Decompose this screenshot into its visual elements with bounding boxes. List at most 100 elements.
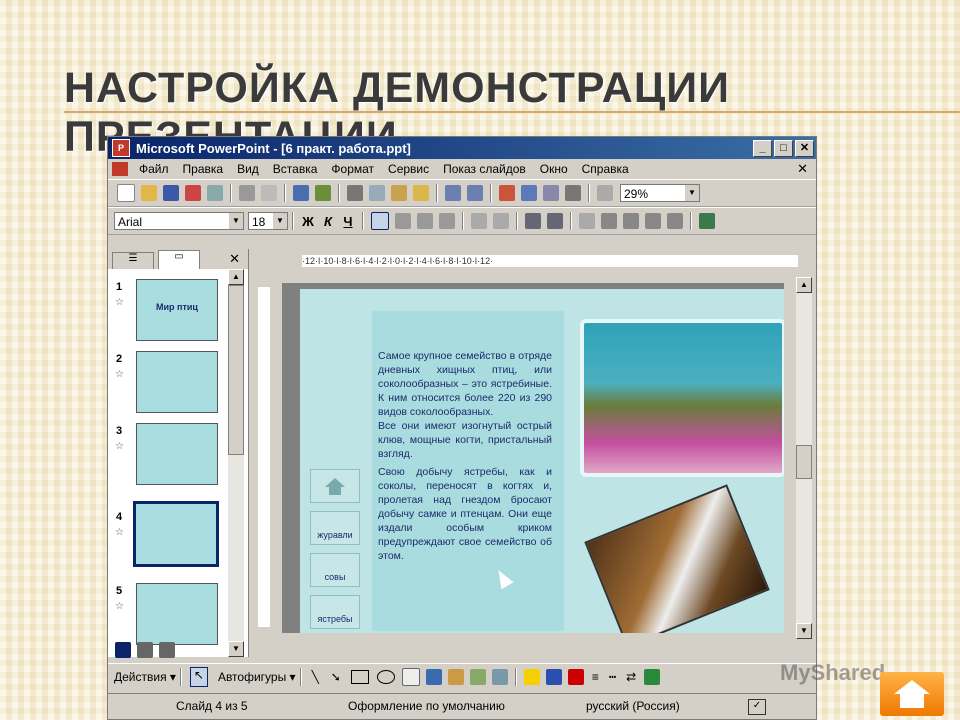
- bring-forward-icon[interactable]: [601, 213, 617, 229]
- chevron-down-icon[interactable]: ▼: [229, 213, 243, 229]
- picture-icon[interactable]: [491, 669, 508, 685]
- close-document-icon[interactable]: ✕: [797, 161, 808, 177]
- clipart-icon[interactable]: [469, 669, 486, 685]
- scroll-up-icon[interactable]: ▲: [796, 277, 812, 293]
- line-style-icon[interactable]: ≡: [592, 670, 599, 684]
- menu-slideshow[interactable]: Показ слайдов: [436, 162, 533, 176]
- menu-file[interactable]: Файл: [132, 162, 176, 176]
- slide-thumbnail-3[interactable]: [136, 423, 218, 485]
- percent-icon[interactable]: [579, 213, 595, 229]
- pane-close-icon[interactable]: ✕: [229, 251, 240, 267]
- new-icon[interactable]: [117, 184, 135, 202]
- scroll-thumb[interactable]: [796, 445, 812, 479]
- slides-pane-scrollbar[interactable]: ▲ ▼: [228, 269, 244, 657]
- tab-outline[interactable]: ☰: [112, 252, 154, 269]
- bullets-icon[interactable]: [493, 213, 509, 229]
- select-pointer-icon[interactable]: ↖: [189, 667, 208, 687]
- font-color-icon[interactable]: [567, 669, 584, 685]
- tables-borders-icon[interactable]: [543, 185, 559, 201]
- insert-chart-icon[interactable]: [499, 185, 515, 201]
- chevron-down-icon[interactable]: ▼: [273, 213, 287, 229]
- normal-view-icon[interactable]: [115, 642, 131, 658]
- close-button[interactable]: ✕: [795, 139, 814, 157]
- align-right-icon[interactable]: [417, 213, 433, 229]
- font-select[interactable]: Arial ▼: [114, 212, 244, 230]
- spelling-icon[interactable]: [293, 185, 309, 201]
- menu-view[interactable]: Вид: [230, 162, 266, 176]
- insert-picture-icon[interactable]: [565, 185, 581, 201]
- permission-icon[interactable]: [185, 185, 201, 201]
- fill-color-icon[interactable]: [523, 669, 540, 685]
- slide-thumbnail-5[interactable]: [136, 583, 218, 645]
- numbering-icon[interactable]: [471, 213, 487, 229]
- redo-icon[interactable]: [467, 185, 483, 201]
- chevron-down-icon[interactable]: ▼: [685, 185, 699, 201]
- line-icon[interactable]: ╲: [312, 670, 319, 684]
- arrow-icon[interactable]: ➘: [331, 670, 341, 684]
- slideshow-view-icon[interactable]: [159, 642, 175, 658]
- menu-help[interactable]: Справка: [575, 162, 636, 176]
- menu-tools[interactable]: Сервис: [381, 162, 436, 176]
- menu-insert[interactable]: Вставка: [266, 162, 325, 176]
- italic-button[interactable]: К: [318, 214, 338, 229]
- tab-slides[interactable]: ▭: [158, 250, 200, 269]
- insert-table-icon[interactable]: [521, 185, 537, 201]
- nav-button-cranes[interactable]: журавли: [310, 511, 360, 545]
- oval-icon[interactable]: [376, 670, 395, 684]
- slide-thumbnail-1[interactable]: Мир птиц: [136, 279, 218, 341]
- slide-design-icon[interactable]: [699, 213, 715, 229]
- cut-icon[interactable]: [347, 185, 363, 201]
- scroll-thumb[interactable]: [228, 285, 244, 455]
- group-icon[interactable]: [645, 213, 661, 229]
- increase-font-icon[interactable]: [525, 213, 541, 229]
- menu-format[interactable]: Формат: [324, 162, 381, 176]
- decrease-font-icon[interactable]: [547, 213, 563, 229]
- scroll-down-icon[interactable]: ▼: [796, 623, 812, 639]
- shadow-icon[interactable]: [644, 669, 661, 685]
- open-icon[interactable]: [141, 185, 157, 201]
- slide-text-box[interactable]: Самое крупное семейство в отряде дневных…: [378, 349, 552, 563]
- font-size-select[interactable]: 18 ▼: [248, 212, 288, 230]
- undo-icon[interactable]: [445, 185, 461, 201]
- slide-thumbnail-2[interactable]: [136, 351, 218, 413]
- underline-button[interactable]: Ч: [338, 214, 358, 229]
- slide-scrollbar-vertical[interactable]: ▲ ▼: [796, 277, 812, 639]
- maximize-button[interactable]: □: [774, 139, 793, 157]
- autoshapes-menu[interactable]: Автофигуры ▾: [218, 670, 296, 684]
- current-slide[interactable]: Самое крупное семейство в отряде дневных…: [300, 289, 784, 633]
- copy-icon[interactable]: [369, 185, 385, 201]
- paste-icon[interactable]: [391, 185, 407, 201]
- minimize-button[interactable]: _: [753, 139, 772, 157]
- spellcheck-icon[interactable]: ✓: [748, 699, 766, 715]
- textbox-icon[interactable]: [401, 668, 420, 686]
- align-left-icon[interactable]: [371, 212, 389, 230]
- doc-icon[interactable]: [112, 162, 128, 176]
- print-icon[interactable]: [239, 185, 255, 201]
- home-button[interactable]: [880, 672, 944, 716]
- align-center-icon[interactable]: [395, 213, 411, 229]
- slide-sorter-icon[interactable]: [137, 642, 153, 658]
- line-color-icon[interactable]: [545, 669, 562, 685]
- bold-button[interactable]: Ж: [298, 214, 318, 229]
- wordart-icon[interactable]: [425, 669, 442, 685]
- nav-button-hawks[interactable]: ястребы: [310, 595, 360, 629]
- diagram-icon[interactable]: [447, 669, 464, 685]
- email-icon[interactable]: [207, 185, 223, 201]
- send-backward-icon[interactable]: [623, 213, 639, 229]
- justify-icon[interactable]: [439, 213, 455, 229]
- scroll-down-icon[interactable]: ▼: [228, 641, 244, 657]
- menu-window[interactable]: Окно: [533, 162, 575, 176]
- expand-all-icon[interactable]: [597, 185, 613, 201]
- arrow-style-icon[interactable]: ⇄: [626, 670, 636, 684]
- format-painter-icon[interactable]: [413, 185, 429, 201]
- hawk-cactus-photo[interactable]: [580, 319, 784, 477]
- nav-button-owls[interactable]: совы: [310, 553, 360, 587]
- slide-thumbnail-4[interactable]: [133, 501, 219, 567]
- research-icon[interactable]: [315, 185, 331, 201]
- scroll-up-icon[interactable]: ▲: [228, 269, 244, 285]
- save-icon[interactable]: [163, 185, 179, 201]
- ungroup-icon[interactable]: [667, 213, 683, 229]
- actions-menu[interactable]: Действия ▾: [114, 670, 176, 684]
- dash-style-icon[interactable]: ┅: [609, 670, 616, 684]
- rectangle-icon[interactable]: [350, 670, 369, 684]
